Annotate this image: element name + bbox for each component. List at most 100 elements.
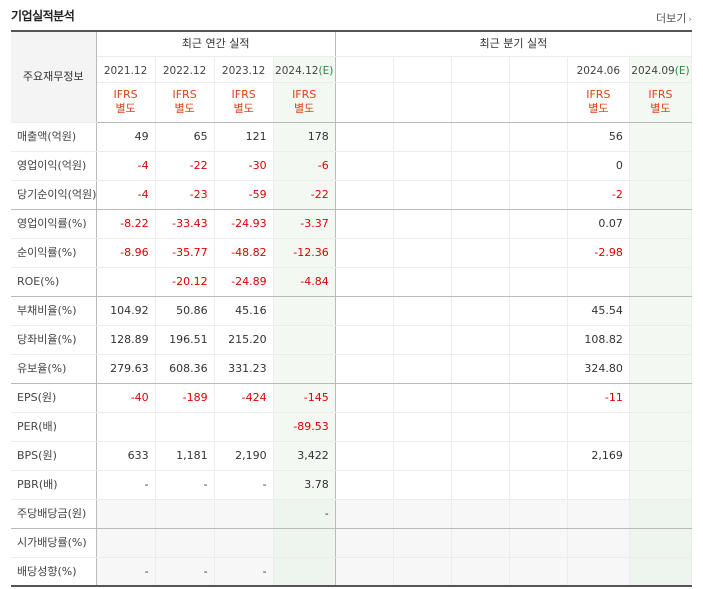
quarter-cell: -2 bbox=[567, 180, 630, 210]
quarter-cell bbox=[335, 122, 394, 152]
annual-cell: -35.77 bbox=[155, 238, 215, 268]
quarter-cell bbox=[567, 267, 630, 297]
quarter-cell bbox=[629, 412, 693, 442]
annual-cell: - bbox=[273, 499, 336, 529]
annual-cell: -23 bbox=[155, 180, 215, 210]
basis-label: 별도 bbox=[115, 102, 136, 115]
quarter-cell: 0 bbox=[567, 151, 630, 181]
quarter-cell bbox=[509, 267, 568, 297]
quarter-cell bbox=[629, 151, 693, 181]
ifrs-label: IFRS bbox=[231, 88, 256, 102]
annual-cell: - bbox=[96, 470, 156, 500]
row-label: 영업이익(억원) bbox=[11, 151, 97, 181]
quarter-cell bbox=[509, 325, 568, 355]
financial-table: 주요재무정보 최근 연간 실적 최근 분기 실적 2021.12 2022.12 2… bbox=[11, 30, 693, 587]
quarter-cell bbox=[335, 557, 394, 587]
quarter-cell bbox=[629, 470, 693, 500]
annual-cell: - bbox=[155, 557, 215, 587]
row-label: 배당성향(%) bbox=[11, 557, 97, 587]
quarter-cell: -11 bbox=[567, 383, 630, 413]
quarter-cell: -2.98 bbox=[567, 238, 630, 268]
annual-cell: 633 bbox=[96, 441, 156, 471]
annual-cell: -4.84 bbox=[273, 267, 336, 297]
quarter-cell bbox=[335, 499, 394, 529]
quarter-cell: 324.80 bbox=[567, 354, 630, 384]
quarter-cell bbox=[629, 557, 693, 587]
annual-cell: -30 bbox=[214, 151, 274, 181]
period-header bbox=[393, 56, 452, 83]
table-row: 당좌비율(%) 128.89 196.51 215.20 108.82 bbox=[11, 325, 693, 355]
quarter-cell: 2,169 bbox=[567, 441, 630, 471]
more-link[interactable]: 더보기 › bbox=[656, 10, 692, 26]
quarter-cell: 0.07 bbox=[567, 209, 630, 239]
annual-cell: 331.23 bbox=[214, 354, 274, 384]
quarter-cell bbox=[451, 383, 510, 413]
annual-cell: -24.93 bbox=[214, 209, 274, 239]
quarter-cell bbox=[451, 325, 510, 355]
quarter-cell bbox=[393, 267, 452, 297]
annual-cell: 608.36 bbox=[155, 354, 215, 384]
more-link-label: 더보기 bbox=[656, 12, 687, 25]
table-row: 영업이익률(%) -8.22 -33.43 -24.93 -3.37 0.07 bbox=[11, 209, 693, 239]
quarter-cell: 45.54 bbox=[567, 296, 630, 326]
quarter-cell bbox=[509, 180, 568, 210]
annual-cell: -3.37 bbox=[273, 209, 336, 239]
quarter-cell bbox=[629, 209, 693, 239]
annual-cell: 1,181 bbox=[155, 441, 215, 471]
quarter-cell bbox=[629, 383, 693, 413]
estimate-marker: (E) bbox=[318, 64, 334, 77]
quarter-cell bbox=[335, 354, 394, 384]
table-row: EPS(원) -40 -189 -424 -145 -11 bbox=[11, 383, 693, 413]
annual-cell bbox=[273, 296, 336, 326]
chevron-right-icon: › bbox=[688, 15, 692, 25]
period-label: 2024.09 bbox=[631, 64, 675, 77]
annual-cell: -189 bbox=[155, 383, 215, 413]
period-header bbox=[509, 56, 568, 83]
basis-header: IFRS 별도 bbox=[214, 82, 274, 123]
period-header: 2024.09(E) bbox=[629, 56, 693, 83]
row-label: 시가배당률(%) bbox=[11, 528, 97, 558]
table-body: 매출액(억원) 49 65 121 178 56 영업이익(억원) -4 -22 -30 -6 0 당기… bbox=[11, 122, 693, 587]
annual-cell: 121 bbox=[214, 122, 274, 152]
table-row: 당기순이익(억원) -4 -23 -59 -22 -2 bbox=[11, 180, 693, 210]
quarter-cell bbox=[335, 383, 394, 413]
quarter-cell bbox=[509, 354, 568, 384]
annual-cell bbox=[96, 528, 156, 558]
basis-label: 별도 bbox=[294, 102, 315, 115]
quarter-cell bbox=[509, 209, 568, 239]
quarter-cell bbox=[451, 441, 510, 471]
quarter-cell bbox=[451, 528, 510, 558]
annual-cell bbox=[214, 528, 274, 558]
row-label: EPS(원) bbox=[11, 383, 97, 413]
section-header: 기업실적분석 더보기 › bbox=[11, 5, 692, 27]
quarter-cell bbox=[393, 238, 452, 268]
annual-cell: 3,422 bbox=[273, 441, 336, 471]
annual-cell bbox=[155, 412, 215, 442]
annual-cell: -33.43 bbox=[155, 209, 215, 239]
ifrs-label: IFRS bbox=[113, 88, 138, 102]
quarter-cell bbox=[393, 325, 452, 355]
period-label: 2024.12 bbox=[275, 64, 319, 77]
row-label: PBR(배) bbox=[11, 470, 97, 500]
period-header bbox=[451, 56, 510, 83]
quarter-cell bbox=[451, 267, 510, 297]
quarter-cell bbox=[451, 412, 510, 442]
row-label: 당기순이익(억원) bbox=[11, 180, 97, 210]
annual-cell: 49 bbox=[96, 122, 156, 152]
quarter-cell bbox=[335, 151, 394, 181]
period-header: 2023.12 bbox=[214, 56, 274, 83]
quarter-cell bbox=[335, 209, 394, 239]
row-label: 당좌비율(%) bbox=[11, 325, 97, 355]
period-header: 2022.12 bbox=[155, 56, 215, 83]
quarter-cell bbox=[567, 470, 630, 500]
annual-cell: 65 bbox=[155, 122, 215, 152]
annual-cell: -59 bbox=[214, 180, 274, 210]
annual-cell: 3.78 bbox=[273, 470, 336, 500]
quarter-cell bbox=[629, 296, 693, 326]
quarter-cell bbox=[451, 557, 510, 587]
basis-label: 별도 bbox=[650, 102, 671, 115]
quarter-cell bbox=[509, 296, 568, 326]
annual-cell bbox=[273, 325, 336, 355]
annual-cell: - bbox=[214, 557, 274, 587]
quarter-cell bbox=[451, 238, 510, 268]
